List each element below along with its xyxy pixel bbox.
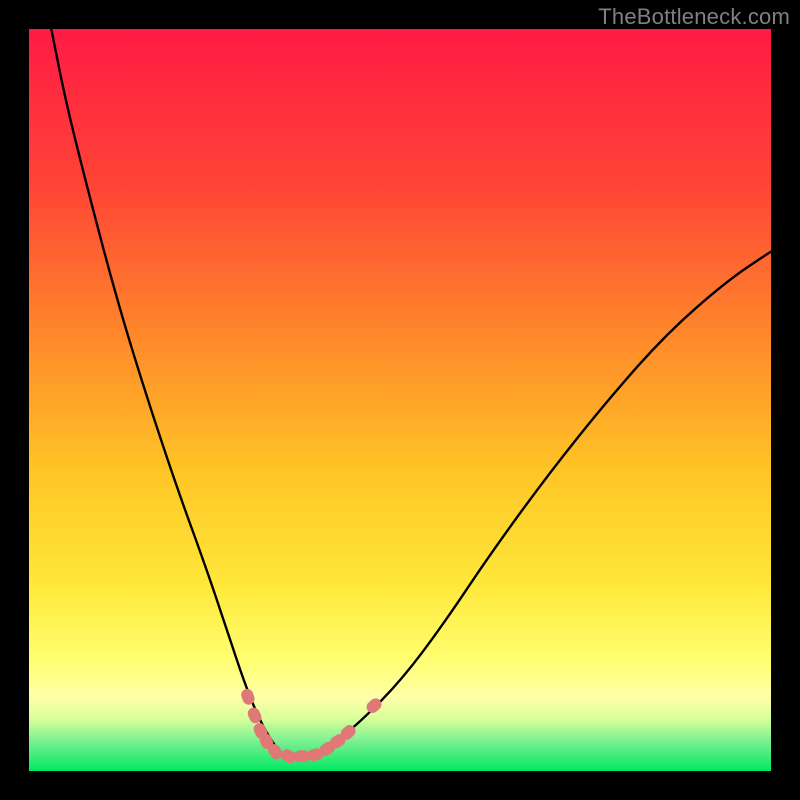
- heatmap-background: [29, 29, 771, 771]
- chart-svg: [29, 29, 771, 771]
- chart-frame: TheBottleneck.com: [0, 0, 800, 800]
- plot-area: [29, 29, 771, 771]
- watermark-label: TheBottleneck.com: [598, 4, 790, 30]
